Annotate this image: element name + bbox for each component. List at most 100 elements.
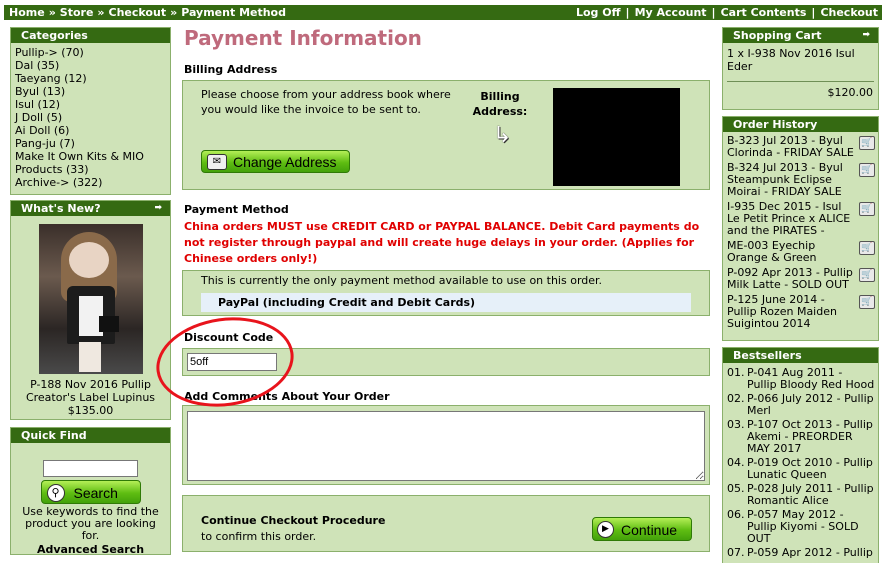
advanced-search-link[interactable]: Advanced Search	[11, 543, 170, 556]
product-image[interactable]	[38, 224, 143, 374]
rank-number: 07.	[727, 546, 745, 559]
list-item: 03. P-107 Oct 2013 - Pullip Akemi - PREOR…	[727, 419, 875, 455]
continue-button[interactable]: ▶ Continue	[592, 517, 692, 541]
cart-icon[interactable]: 🛒	[859, 295, 875, 309]
list-item: 04. P-019 Oct 2010 - Pullip Lunatic Queen	[727, 457, 875, 481]
whats-new-title: What's New?	[21, 202, 101, 215]
category-link[interactable]: J Doll (5)	[15, 111, 167, 124]
continue-title: Continue Checkout Procedure	[201, 514, 386, 527]
breadcrumb-separator: »	[97, 6, 105, 19]
curved-arrow-icon: ↳	[493, 123, 512, 148]
cart-contents-link[interactable]: Cart Contents	[721, 6, 807, 19]
payment-note: This is currently the only payment metho…	[201, 274, 603, 287]
list-item: 01. P-041 Aug 2011 - Pullip Bloody Red Ho…	[727, 367, 875, 391]
bestsellers-box: Bestsellers 01. P-041 Aug 2011 - Pullip B…	[722, 347, 879, 563]
order-history-link[interactable]: B-323 Jul 2013 - Byul Clorinda - FRIDAY …	[727, 134, 854, 159]
comments-textarea[interactable]	[187, 411, 705, 481]
cart-icon[interactable]: 🛒	[859, 163, 875, 177]
quick-find-header: Quick Find	[11, 428, 170, 443]
bestseller-link[interactable]: P-057 May 2012 - Pullip Kiyomi - SOLD OU…	[747, 508, 859, 545]
my-account-link[interactable]: My Account	[635, 6, 707, 19]
list-item: B-324 Jul 2013 - Byul Steampunk Eclipse …	[723, 162, 878, 198]
breadcrumb: Home» Store» Checkout» Payment Method	[9, 5, 286, 20]
arrow-right-icon[interactable]: ➡	[154, 201, 162, 216]
bestseller-link[interactable]: P-107 Oct 2013 - Pullip Akemi - PREORDER…	[747, 418, 873, 455]
list-item: 02. P-066 July 2012 - Pullip Merl	[727, 393, 875, 417]
rank-number: 04.	[727, 456, 745, 469]
list-item: ME-003 Eyechip Orange & Green 🛒	[723, 240, 878, 264]
search-button[interactable]: ⚲ Search	[40, 480, 141, 504]
cart-icon[interactable]: 🛒	[859, 202, 875, 216]
billing-panel: Please choose from your address book whe…	[182, 80, 710, 190]
payment-panel: This is currently the only payment metho…	[182, 270, 710, 316]
shopping-cart-title: Shopping Cart	[733, 29, 822, 42]
change-address-button[interactable]: ✉ Change Address	[201, 150, 350, 173]
envelope-icon: ✉	[207, 154, 227, 170]
page-title: Payment Information	[184, 26, 422, 50]
comments-section-title: Add Comments About Your Order	[184, 390, 390, 403]
order-history-header: Order History	[723, 117, 878, 132]
order-history-link[interactable]: B-324 Jul 2013 - Byul Steampunk Eclipse …	[727, 161, 843, 198]
rank-number: 03.	[727, 418, 745, 431]
categories-header: Categories	[11, 28, 170, 43]
bestsellers-list: 01. P-041 Aug 2011 - Pullip Bloody Red Ho…	[723, 363, 878, 559]
category-link[interactable]: Byul (13)	[15, 85, 167, 98]
bestseller-link[interactable]: P-041 Aug 2011 - Pullip Bloody Red Hood	[747, 366, 874, 391]
category-link[interactable]: Ai Doll (6)	[15, 124, 167, 137]
cart-icon[interactable]: 🛒	[859, 136, 875, 150]
list-item: I-935 Dec 2015 - Isul Le Petit Prince x …	[723, 201, 878, 237]
rank-number: 02.	[727, 392, 745, 405]
cart-item-link[interactable]: 1 x I-938 Nov 2016 Isul Eder	[723, 43, 878, 73]
breadcrumb-payment-method[interactable]: Payment Method	[181, 6, 286, 19]
product-name-link[interactable]: P-188 Nov 2016 Pullip Creator's Label Lu…	[11, 378, 170, 404]
order-history-box: Order History B-323 Jul 2013 - Byul Clor…	[722, 116, 879, 341]
category-link[interactable]: Dal (35)	[15, 59, 167, 72]
category-link[interactable]: Taeyang (12)	[15, 72, 167, 85]
category-link[interactable]: Make It Own Kits & MIO Products (33)	[15, 150, 167, 176]
top-nav-bar: Home» Store» Checkout» Payment Method Log O…	[4, 5, 882, 20]
rank-number: 06.	[727, 508, 745, 521]
arrow-right-icon[interactable]: ➡	[862, 28, 870, 43]
list-item: P-092 Apr 2013 - Pullip Milk Latte - SOL…	[723, 267, 878, 291]
discount-code-input[interactable]	[187, 353, 277, 371]
bestseller-link[interactable]: P-019 Oct 2010 - Pullip Lunatic Queen	[747, 456, 873, 481]
breadcrumb-checkout[interactable]: Checkout	[109, 6, 167, 19]
billing-address-label: Billing Address:	[472, 90, 528, 118]
play-arrow-icon: ▶	[597, 521, 614, 538]
list-item: 07. P-059 Apr 2012 - Pullip	[727, 547, 875, 559]
continue-button-label: Continue	[621, 522, 678, 538]
breadcrumb-home[interactable]: Home	[9, 6, 45, 19]
list-item: P-125 June 2014 - Pullip Rozen Maiden Su…	[723, 294, 878, 330]
list-item: 05. P-028 July 2011 - Pullip Romantic Ali…	[727, 483, 875, 507]
payment-method-paypal[interactable]: PayPal (including Credit and Debit Cards…	[201, 293, 691, 312]
order-history-link[interactable]: ME-003 Eyechip Orange & Green	[727, 239, 817, 264]
payment-section-title: Payment Method	[184, 203, 289, 216]
categories-box: Categories Pullip-> (70) Dal (35) Taeyan…	[10, 27, 171, 195]
search-button-label: Search	[73, 485, 118, 501]
category-link[interactable]: Isul (12)	[15, 98, 167, 111]
category-link[interactable]: Archive-> (322)	[15, 176, 167, 189]
payment-warning: China orders MUST use CREDIT CARD or PAY…	[184, 220, 700, 265]
billing-instructions: Please choose from your address book whe…	[201, 88, 451, 116]
bestseller-link[interactable]: P-066 July 2012 - Pullip Merl	[747, 392, 874, 417]
bestsellers-header: Bestsellers	[723, 348, 878, 363]
comments-panel	[182, 405, 710, 485]
breadcrumb-store[interactable]: Store	[60, 6, 94, 19]
rank-number: 05.	[727, 482, 745, 495]
log-off-link[interactable]: Log Off	[576, 6, 621, 19]
order-history-link[interactable]: P-092 Apr 2013 - Pullip Milk Latte - SOL…	[727, 266, 853, 291]
order-history-link[interactable]: P-125 June 2014 - Pullip Rozen Maiden Su…	[727, 293, 837, 330]
bestseller-link[interactable]: P-028 July 2011 - Pullip Romantic Alice	[747, 482, 874, 507]
quick-find-help: Use keywords to find the product you are…	[22, 505, 159, 542]
category-link[interactable]: Pullip-> (70)	[15, 46, 167, 59]
order-history-link[interactable]: I-935 Dec 2015 - Isul Le Petit Prince x …	[727, 200, 850, 237]
checkout-link[interactable]: Checkout	[820, 6, 878, 19]
billing-section-title: Billing Address	[184, 63, 278, 76]
cart-icon[interactable]: 🛒	[859, 268, 875, 282]
breadcrumb-separator: »	[170, 6, 178, 19]
quick-find-box: Quick Find ⚲ Search Use keywords to find…	[10, 427, 171, 556]
quick-find-input[interactable]	[43, 460, 138, 477]
bestseller-link[interactable]: P-059 Apr 2012 - Pullip	[747, 546, 873, 559]
category-link[interactable]: Pang-ju (7)	[15, 137, 167, 150]
cart-icon[interactable]: 🛒	[859, 241, 875, 255]
